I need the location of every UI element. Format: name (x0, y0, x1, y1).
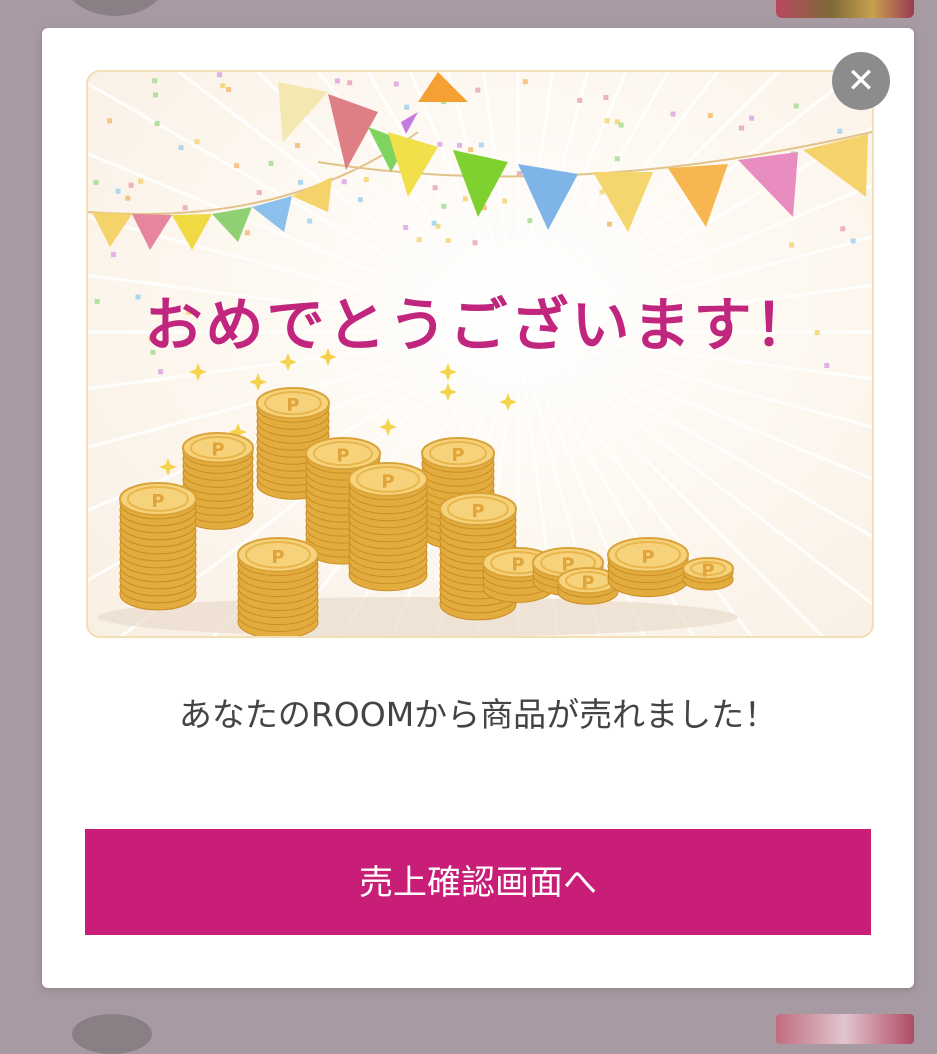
coin-label: P (211, 440, 224, 461)
coin-label: P (511, 555, 524, 576)
coin-label: P (151, 491, 164, 512)
background-avatar (72, 1014, 152, 1054)
bunting-right (278, 72, 868, 232)
coin-label: P (471, 501, 484, 522)
background-thumbnail (776, 0, 914, 18)
coin-label: P (381, 471, 394, 492)
coin-label: P (641, 547, 654, 568)
close-icon: ✕ (846, 61, 876, 101)
coin-label: P (271, 547, 284, 568)
coin-label: P (581, 573, 594, 594)
coin-label: P (286, 395, 299, 416)
close-button[interactable]: ✕ (832, 52, 890, 110)
coin-label: P (701, 561, 714, 582)
coin-label: P (451, 445, 464, 466)
coin-stacks: PPPP PPPPP PPPP (98, 387, 738, 636)
coin-label: P (336, 446, 349, 467)
sale-notification-dialog: PPPPPPPPPPPPP おめでとうございます！ あなたのROOMから商品が売… (42, 28, 914, 988)
background-thumbnail (776, 1014, 914, 1044)
celebration-banner: PPPPPPPPPPPPP おめでとうございます！ (86, 70, 874, 638)
sale-message: あなたのROOMから商品が売れました！ (178, 695, 778, 734)
background-avatar (60, 0, 170, 16)
view-sales-button[interactable]: 売上確認画面へ (85, 829, 871, 935)
congratulations-headline: おめでとうございます！ (144, 291, 816, 359)
